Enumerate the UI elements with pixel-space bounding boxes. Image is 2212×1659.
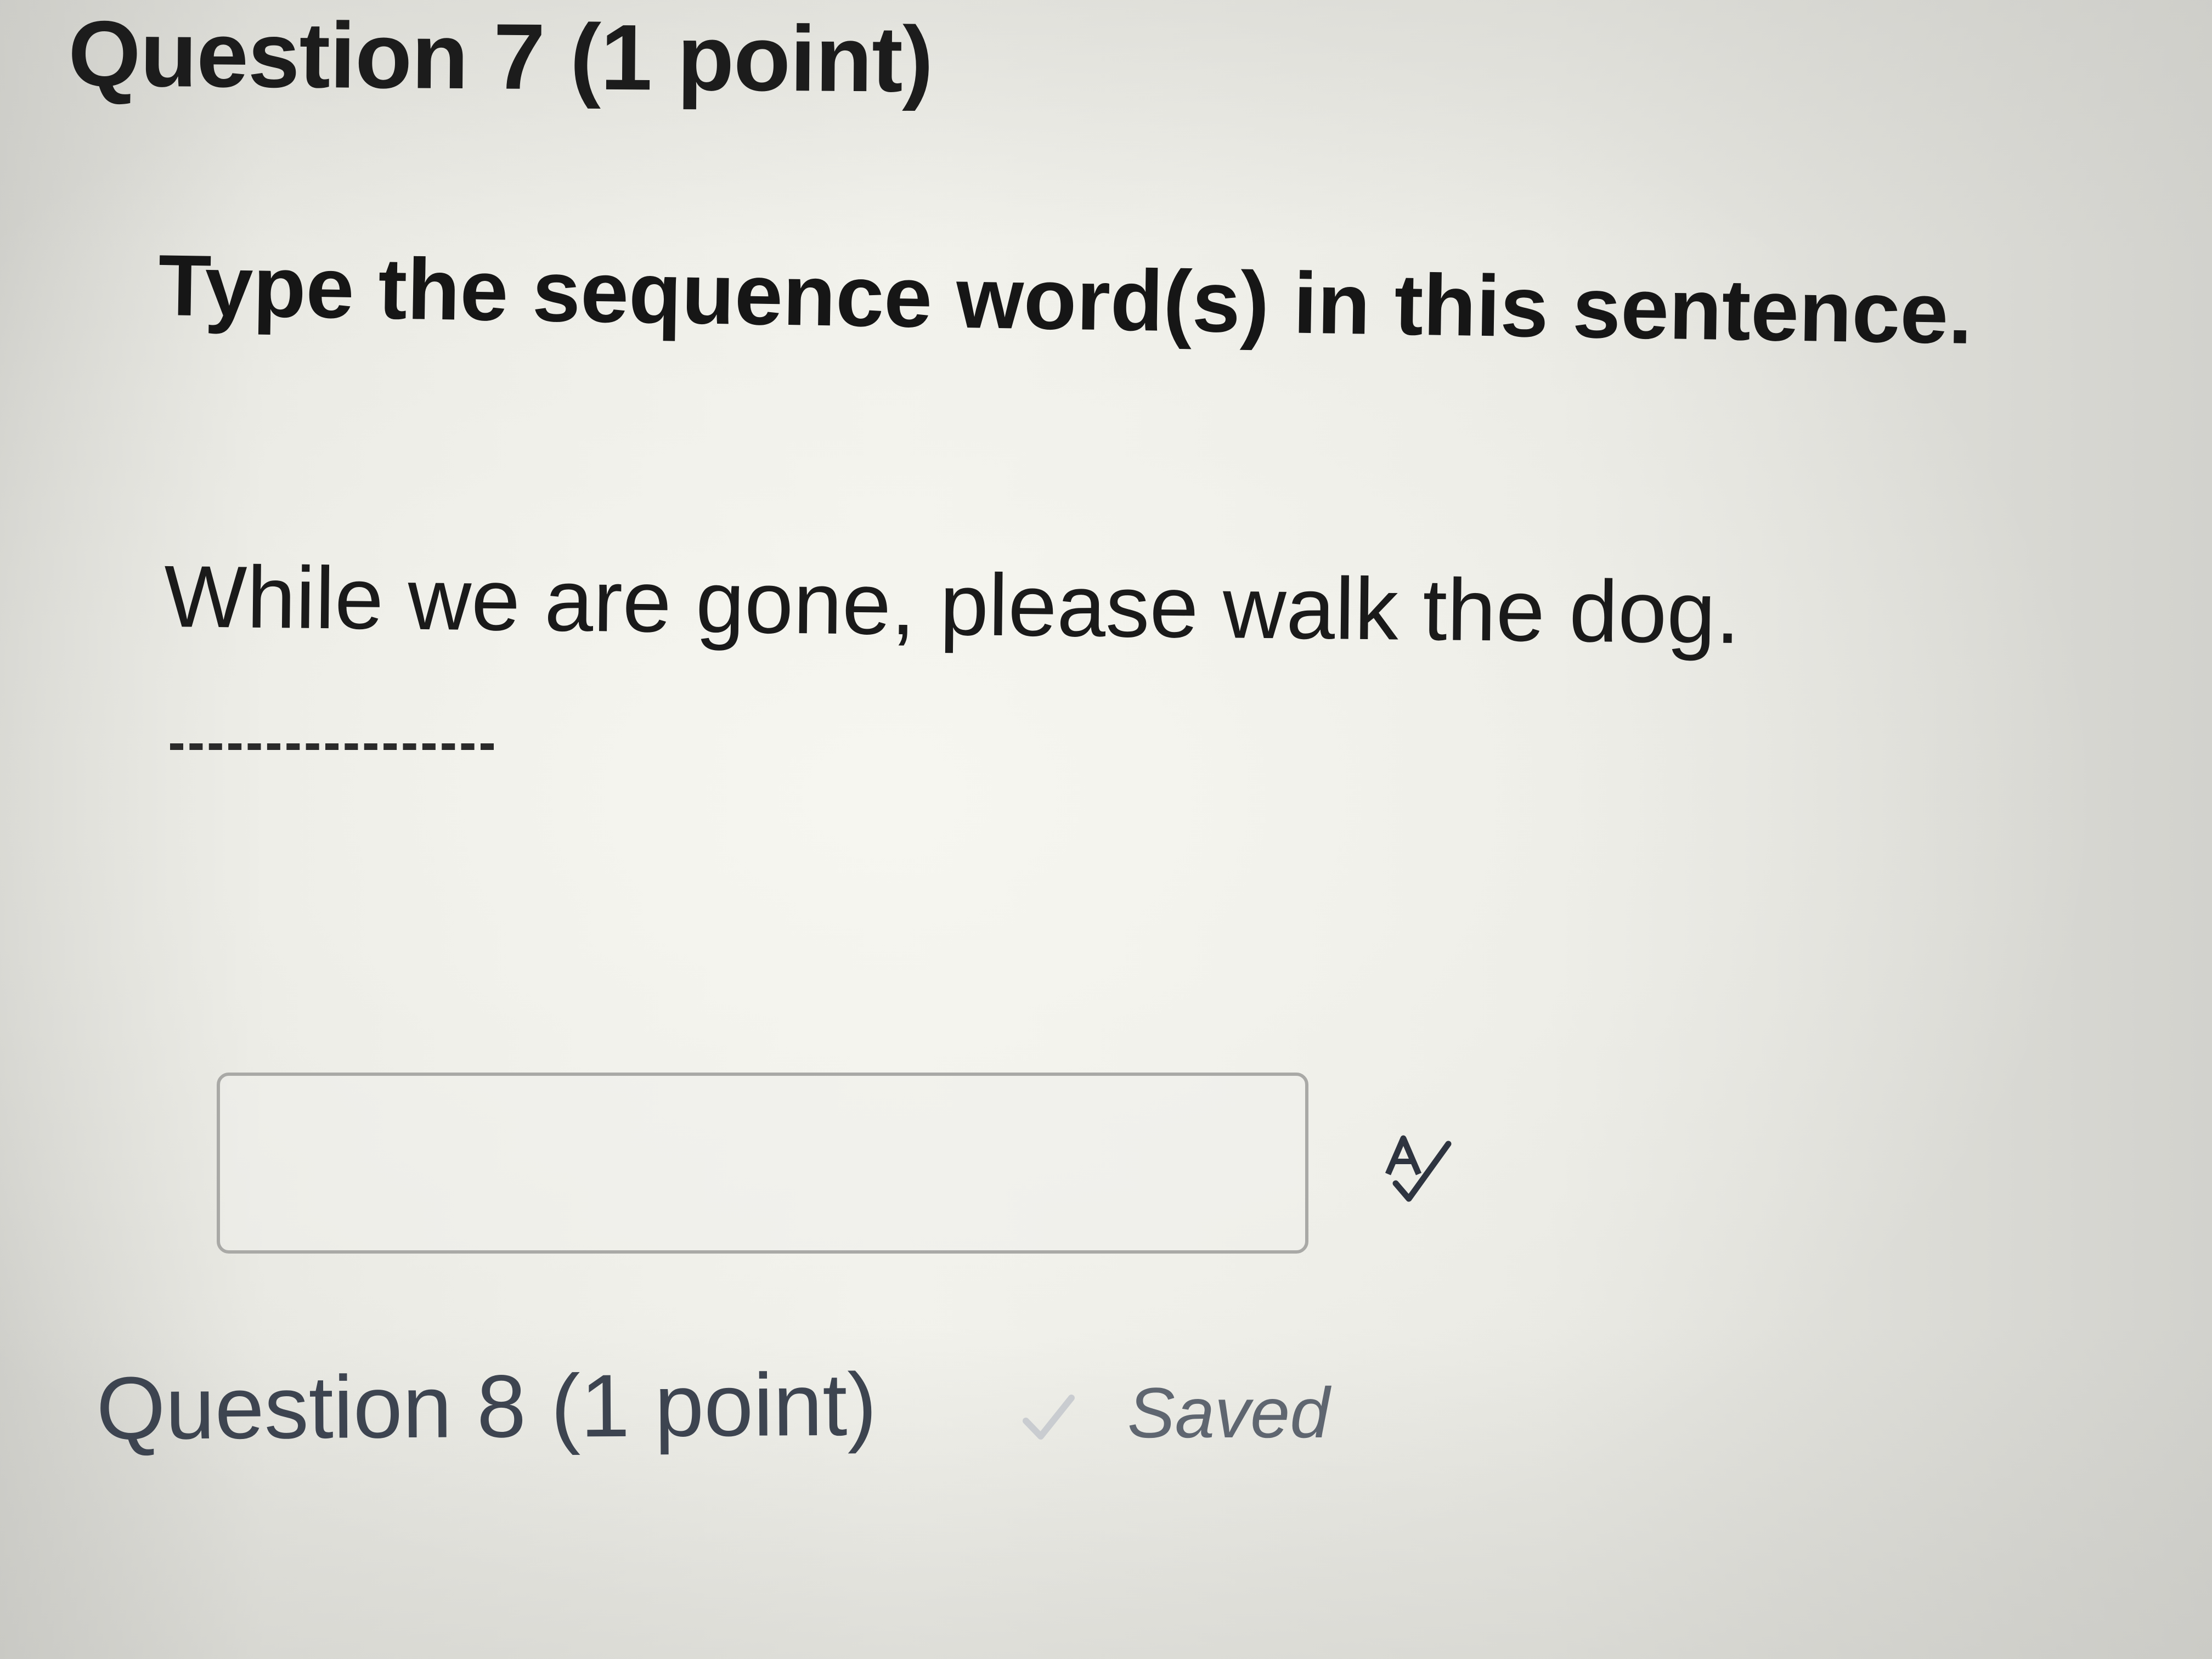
answer-input[interactable] — [217, 1073, 1308, 1254]
saved-status: Saved — [1127, 1373, 1330, 1453]
spellcheck-icon[interactable] — [1372, 1122, 1465, 1215]
question-7-sentence: While we are gone, please walk the dog. — [163, 546, 1741, 662]
question-7-title: Question 7 (1 point) — [67, 1, 934, 112]
question-8-title: Question 8 (1 point) — [96, 1355, 877, 1458]
blank-divider — [170, 743, 494, 750]
checkmark-icon — [1018, 1388, 1078, 1448]
question-7-prompt: Type the sequence word(s) in this senten… — [157, 236, 1973, 362]
